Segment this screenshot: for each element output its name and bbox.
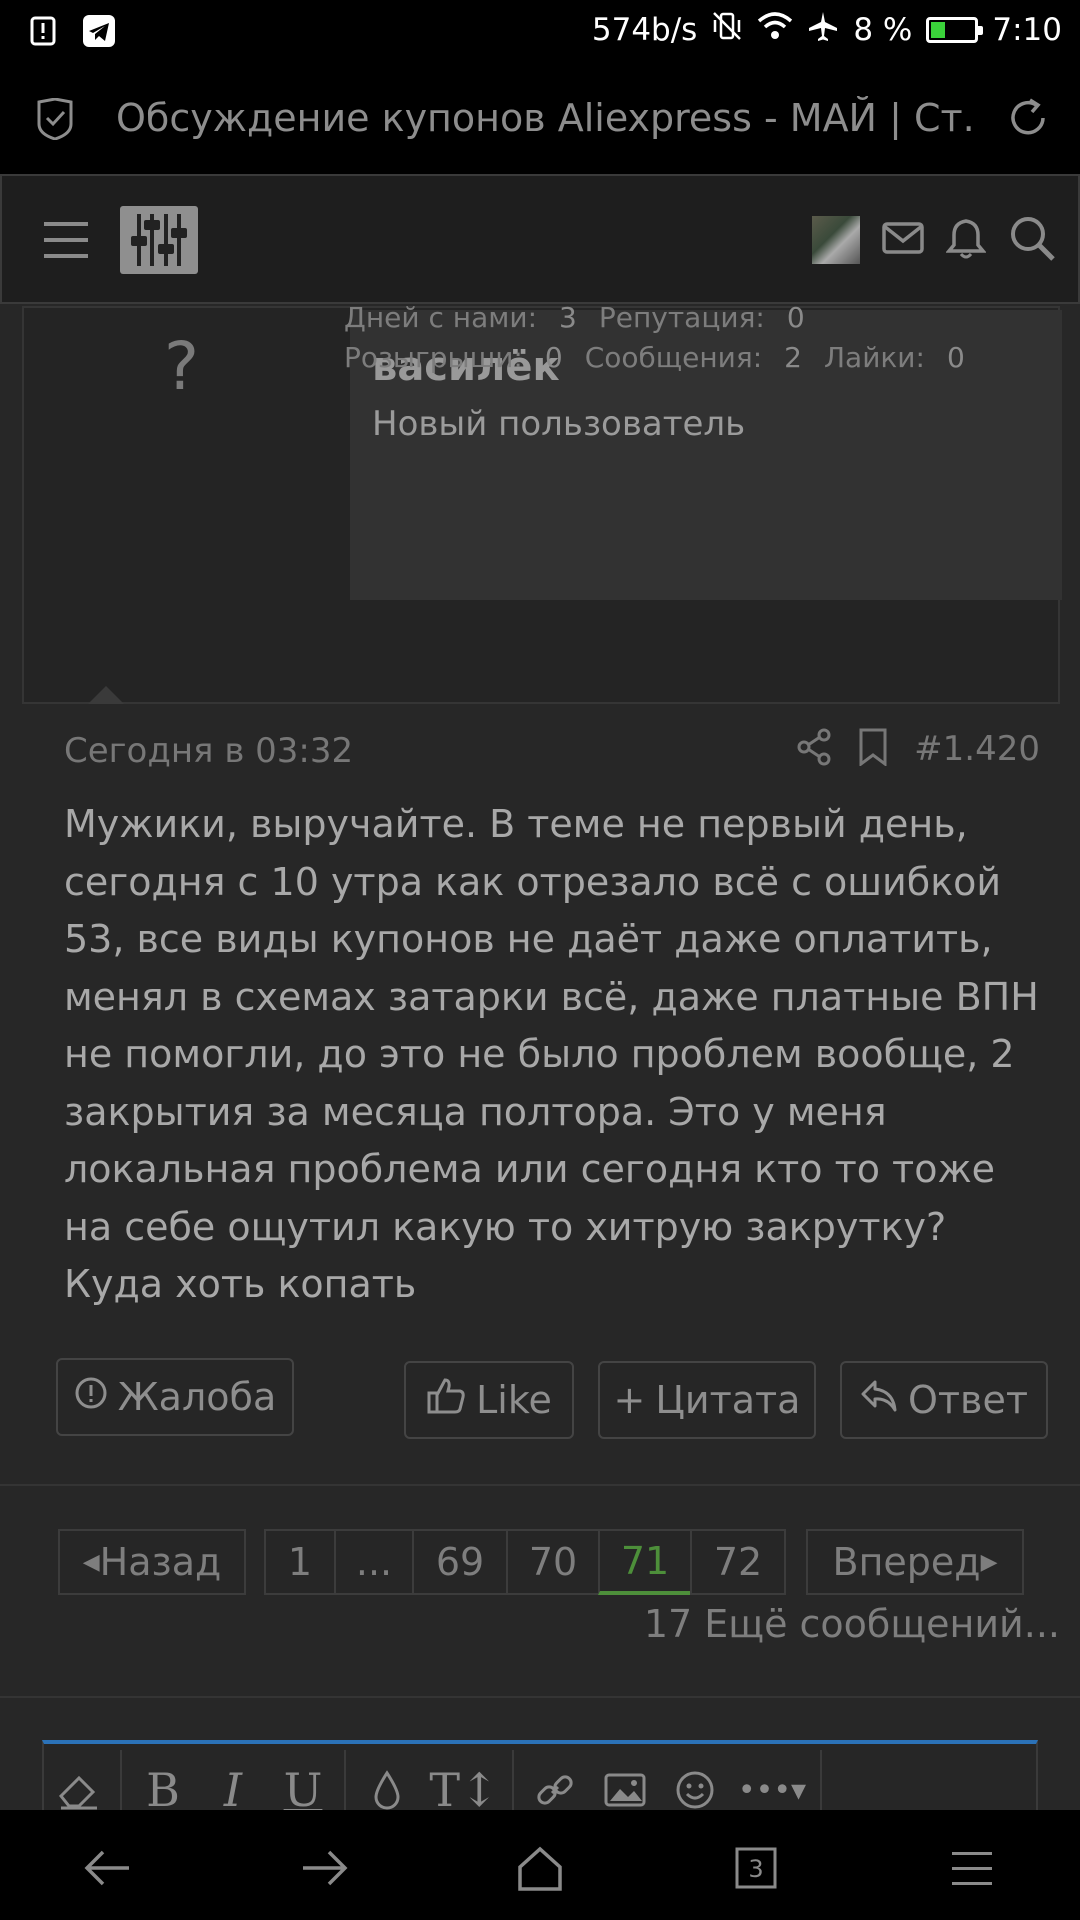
toolbar-divider (512, 1750, 514, 1810)
divider (0, 1696, 1080, 1698)
stat-rep-label: Репутация: (598, 301, 765, 334)
clock: 7:10 (992, 12, 1062, 48)
stat-rep-value: 0 (786, 301, 805, 334)
avatar-placeholder[interactable]: ? (164, 328, 199, 405)
stat-likes-value: 0 (946, 341, 965, 374)
battery-percent: 8 % (853, 12, 913, 48)
toolbar-divider (344, 1750, 346, 1810)
post-meta-actions: #1.420 (796, 728, 1040, 770)
page-link[interactable]: 1 (264, 1529, 336, 1595)
svg-text:3: 3 (748, 1855, 763, 1883)
page-link[interactable]: 70 (506, 1529, 600, 1595)
page-ellipsis[interactable]: ... (334, 1529, 414, 1595)
battery-icon (926, 17, 984, 43)
home-icon[interactable] (512, 1840, 568, 1896)
page-link[interactable]: 72 (690, 1529, 786, 1595)
more-options-icon[interactable]: •••▾ (730, 1750, 814, 1810)
post-number[interactable]: #1.420 (914, 729, 1040, 769)
card-caret (88, 686, 124, 704)
pagination-pages: 1 ... 69 70 71 72 (264, 1529, 786, 1595)
caret-left-icon: ◀ (82, 1549, 100, 1575)
stat-likes-label: Лайки: (823, 341, 925, 374)
report-label: Жалоба (117, 1375, 277, 1419)
forum-header (0, 174, 1080, 304)
forward-arrow-icon[interactable] (296, 1840, 352, 1896)
reply-button[interactable]: Ответ (840, 1361, 1048, 1439)
share-icon[interactable] (796, 728, 832, 770)
prev-label: Назад (99, 1540, 222, 1584)
stat-giveaways-label: Розыгрыши: (344, 341, 523, 374)
underline-icon[interactable]: U (268, 1750, 338, 1810)
quote-label: Цитата (655, 1378, 801, 1422)
link-icon[interactable] (520, 1750, 590, 1810)
search-icon[interactable] (1008, 214, 1056, 266)
quote-button[interactable]: + Цитата (598, 1361, 816, 1439)
telegram-icon (80, 12, 118, 50)
back-arrow-icon[interactable] (80, 1840, 136, 1896)
stat-days-label: Дней с нами: (344, 301, 538, 334)
reply-label: Ответ (908, 1378, 1028, 1422)
mail-icon[interactable] (882, 222, 924, 258)
report-button[interactable]: Жалоба (56, 1358, 294, 1436)
status-bar: 574b/s 8 % 7:10 (0, 0, 1080, 62)
reply-editor: B I U T↕ •••▾ (42, 1740, 1038, 1810)
bell-icon[interactable] (945, 217, 987, 263)
more-posts-link[interactable]: 17 Ещё сообщений... (644, 1602, 1060, 1646)
text-size-icon[interactable]: T↕ (422, 1750, 506, 1810)
italic-icon[interactable]: I (198, 1750, 268, 1810)
airplane-icon (807, 10, 839, 50)
page-link[interactable]: 69 (412, 1529, 508, 1595)
stat-days-value: 3 (559, 301, 577, 334)
like-button[interactable]: Like (404, 1361, 574, 1439)
toolbar-divider (120, 1750, 122, 1810)
image-icon[interactable] (590, 1750, 660, 1810)
stat-messages-value: 2 (784, 341, 802, 374)
bookmark-icon[interactable] (858, 728, 888, 770)
eraser-icon[interactable] (44, 1750, 114, 1810)
alert-icon (24, 12, 62, 50)
page-link-current[interactable]: 71 (598, 1529, 692, 1595)
browser-menu-icon[interactable] (944, 1840, 1000, 1896)
site-logo[interactable] (120, 206, 198, 274)
thumbs-up-icon (426, 1376, 466, 1425)
next-label: Вперед (832, 1540, 981, 1584)
net-speed: 574b/s (591, 12, 698, 48)
stat-giveaways-value: 0 (544, 341, 563, 374)
user-avatar[interactable] (812, 216, 860, 264)
wifi-icon (757, 11, 793, 49)
vibrate-off-icon (711, 10, 743, 50)
plus-icon: + (613, 1378, 646, 1422)
reply-icon (860, 1378, 898, 1422)
menu-icon[interactable] (44, 220, 90, 264)
warning-icon (74, 1375, 108, 1419)
pagination-prev[interactable]: ◀ Назад (58, 1529, 246, 1595)
post-body: Мужики, выручайте. В теме не первый день… (64, 802, 1039, 1306)
divider (0, 1484, 1080, 1486)
shield-check-icon[interactable] (36, 97, 74, 144)
color-drop-icon[interactable] (352, 1750, 422, 1810)
browser-nav-bar: 3 (0, 1810, 1080, 1920)
toolbar-divider (820, 1750, 822, 1810)
caret-right-icon: ▶ (980, 1549, 998, 1575)
bold-icon[interactable]: B (128, 1750, 198, 1810)
tabs-icon[interactable]: 3 (728, 1840, 784, 1896)
post-date[interactable]: Сегодня в 03:32 (64, 731, 353, 771)
page-title[interactable]: Обсуждение купонов Aliexpress - МАЙ | Ст… (116, 96, 976, 140)
stat-messages-label: Сообщения: (584, 341, 763, 374)
smiley-icon[interactable] (660, 1750, 730, 1810)
like-label: Like (476, 1378, 552, 1422)
pagination-next[interactable]: Вперед ▶ (806, 1529, 1024, 1595)
user-title: Новый пользователь (372, 404, 746, 444)
browser-title-bar: Обсуждение купонов Aliexpress - МАЙ | Ст… (0, 62, 1080, 174)
user-stats: Дней с нами: 3 Репутация: 0 Розыгрыши: 0… (344, 298, 987, 378)
reload-icon[interactable] (1006, 96, 1050, 144)
